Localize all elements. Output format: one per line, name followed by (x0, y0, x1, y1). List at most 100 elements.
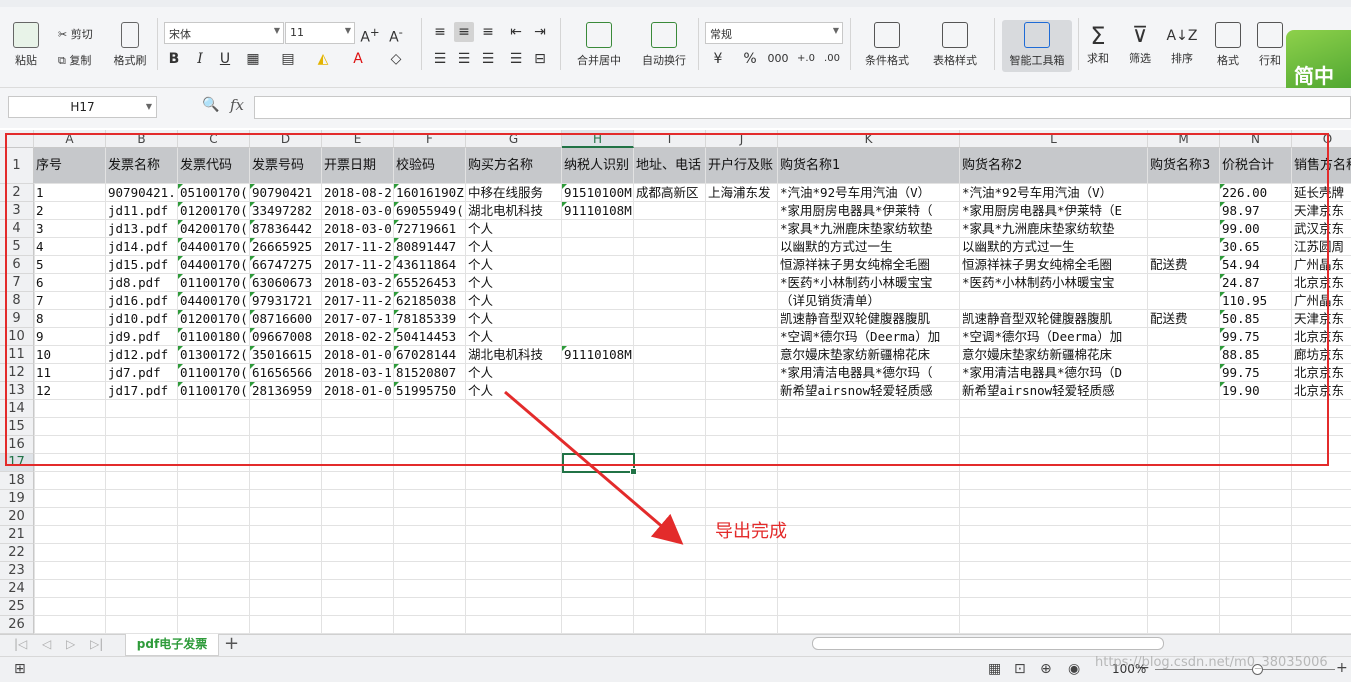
zoom-search-icon[interactable]: 🔍 (202, 97, 219, 113)
ribbon-tabs-strip (0, 0, 1351, 7)
sigma-icon: Σ (1090, 22, 1106, 50)
rows-cols-icon (1257, 22, 1283, 48)
merge-center-button[interactable]: 合并居中 (568, 22, 630, 68)
name-box[interactable]: H17 ▼ (8, 96, 157, 118)
distribute-icon[interactable]: ⊟ (530, 49, 550, 69)
underline-icon[interactable]: U (215, 49, 235, 69)
indent-increase-icon[interactable]: ⇥ (530, 22, 550, 42)
rows-cols-button[interactable]: 行和 (1254, 22, 1286, 68)
row-header[interactable]: 22 (0, 544, 34, 562)
wrap-text-icon (651, 22, 677, 48)
increase-font-icon[interactable]: A+ (360, 22, 380, 46)
separator (850, 18, 851, 70)
last-sheet-icon[interactable]: ▷| (90, 637, 103, 651)
font-name-select[interactable]: 宋体 ▼ (164, 22, 284, 44)
row-header[interactable]: 19 (0, 490, 34, 508)
row-header[interactable]: 26 (0, 616, 34, 634)
font-color-icon[interactable]: A (348, 49, 368, 69)
row-header[interactable]: 23 (0, 562, 34, 580)
indent-decrease-icon[interactable]: ⇤ (506, 22, 526, 42)
reading-mode-icon[interactable]: ◉ (1068, 661, 1080, 677)
align-top-icon[interactable]: ≡ (430, 22, 450, 42)
chevron-down-icon: ▼ (832, 26, 839, 35)
formula-input[interactable] (254, 96, 1351, 119)
row-header[interactable]: 18 (0, 472, 34, 490)
italic-icon[interactable]: I (190, 49, 210, 69)
row-header[interactable]: 20 (0, 508, 34, 526)
copy-button[interactable]: ⧉ 复制 (58, 52, 91, 68)
eraser-icon[interactable]: ◇ (386, 49, 406, 69)
fx-icon[interactable]: fx (230, 96, 244, 114)
sort-button[interactable]: A↓Z 排序 (1164, 22, 1200, 66)
brush-icon (121, 22, 139, 48)
align-right-icon[interactable]: ☰ (478, 49, 498, 69)
annotation-label: 导出完成 (715, 521, 787, 542)
thousands-separator-icon[interactable]: 000 (764, 49, 792, 69)
clipboard-icon (13, 22, 39, 48)
grid-line (34, 471, 1351, 472)
sum-button[interactable]: Σ 求和 (1080, 22, 1116, 66)
grid-line (34, 543, 1351, 544)
align-middle-icon[interactable]: ≡ (454, 22, 474, 42)
chevron-down-icon: ▼ (145, 102, 152, 111)
justify-icon[interactable]: ☰ (506, 49, 526, 69)
separator (157, 18, 158, 70)
smart-toolbox-label-group: 智能工具箱 (1002, 22, 1072, 68)
percent-icon[interactable]: % (740, 49, 760, 69)
add-sheet-button[interactable]: + (224, 634, 239, 654)
watermark: https://blog.csdn.net/m0_38035006 (1095, 655, 1328, 670)
sheet-tab[interactable]: pdf电子发票 (125, 634, 219, 656)
table-style-button[interactable]: 表格样式 (924, 22, 986, 68)
format-button[interactable]: 格式 (1208, 22, 1248, 68)
row-header[interactable]: 24 (0, 580, 34, 598)
horizontal-scrollbar[interactable] (812, 637, 1164, 650)
first-sheet-icon[interactable]: |◁ (14, 637, 27, 651)
format-painter-button[interactable]: 格式刷 (110, 22, 150, 68)
filter-button[interactable]: ⊽ 筛选 (1122, 22, 1158, 66)
align-bottom-icon[interactable]: ≡ (478, 22, 498, 42)
font-size-select[interactable]: 11 ▼ (285, 22, 355, 44)
ribbon-toolbar: 粘贴 ✂ 剪切 ⧉ 复制 格式刷 宋体 ▼ 11 ▼ A+ A- B I U ▦ ▤… (0, 0, 1351, 88)
row-header[interactable]: 25 (0, 598, 34, 616)
merge-cells-icon[interactable]: ▤ (278, 49, 298, 69)
align-center-icon[interactable]: ☰ (454, 49, 474, 69)
decrease-font-icon[interactable]: A- (386, 22, 406, 46)
page-break-icon[interactable]: ⊕ (1040, 661, 1052, 677)
fill-color-icon[interactable]: ◭ (313, 49, 333, 69)
next-sheet-icon[interactable]: ▷ (66, 637, 75, 651)
increase-decimal-icon[interactable]: +.0 (796, 49, 816, 69)
bold-icon[interactable]: B (164, 49, 184, 69)
conditional-format-button[interactable]: 条件格式 (856, 22, 918, 68)
align-left-icon[interactable]: ☰ (430, 49, 450, 69)
separator (698, 18, 699, 70)
grid-line (34, 597, 1351, 598)
chevron-down-icon: ▼ (344, 26, 351, 35)
separator (421, 18, 422, 70)
grid-line (34, 507, 1351, 508)
prev-sheet-icon[interactable]: ◁ (42, 637, 51, 651)
separator (1078, 18, 1079, 70)
decrease-decimal-icon[interactable]: .00 (822, 49, 842, 69)
page-layout-icon[interactable]: ⊡ (1014, 661, 1026, 677)
toolbox-icon (1024, 22, 1050, 48)
grid-line (34, 525, 1351, 526)
zoom-in-icon[interactable]: + (1336, 660, 1348, 676)
border-icon[interactable]: ▦ (243, 49, 263, 69)
copy-icon: ⧉ (58, 54, 66, 67)
grid-line (34, 579, 1351, 580)
macro-icon[interactable]: ⊞ (14, 661, 26, 677)
filter-icon: ⊽ (1131, 23, 1149, 48)
number-format-select[interactable]: 常规 ▼ (705, 22, 843, 44)
scissors-icon: ✂ (58, 28, 68, 41)
table-style-icon (942, 22, 968, 48)
normal-view-icon[interactable]: ▦ (988, 661, 1001, 677)
format-icon (1215, 22, 1241, 48)
wrap-text-button[interactable]: 自动换行 (636, 22, 692, 68)
row-header[interactable]: 21 (0, 526, 34, 544)
cut-button[interactable]: ✂ 剪切 (58, 26, 93, 42)
sort-icon: A↓Z (1166, 28, 1198, 44)
grid-line (34, 561, 1351, 562)
currency-icon[interactable]: ¥ (708, 49, 728, 69)
grid-line (34, 615, 1351, 616)
paste-button[interactable]: 粘贴 (10, 22, 42, 68)
